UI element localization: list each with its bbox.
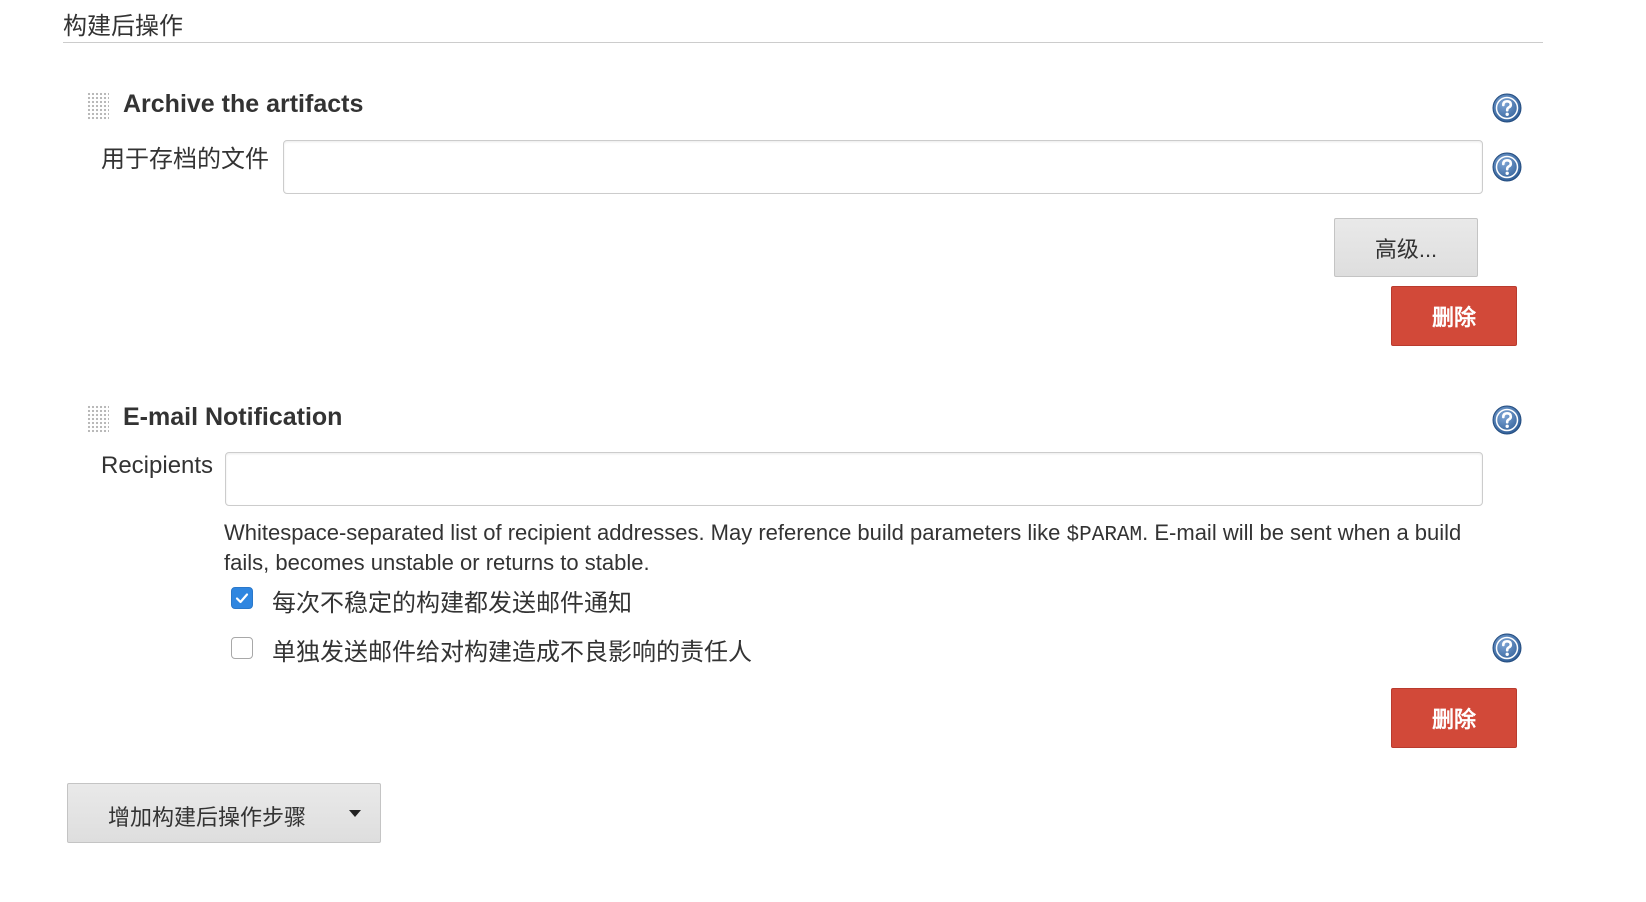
section-divider <box>63 42 1543 43</box>
help-icon[interactable] <box>1492 405 1522 435</box>
drag-handle-icon[interactable] <box>87 92 109 120</box>
files-to-archive-input[interactable] <box>283 140 1483 194</box>
email-step-title: E-mail Notification <box>123 403 343 431</box>
help-icon[interactable] <box>1492 152 1522 182</box>
section-title: 构建后操作 <box>63 13 183 40</box>
unstable-notify-checkbox[interactable] <box>231 587 253 609</box>
email-delete-button[interactable]: 删除 <box>1391 688 1517 748</box>
individual-notify-label[interactable]: 单独发送邮件给对构建造成不良影响的责任人 <box>272 632 752 667</box>
add-post-build-step-button[interactable]: 增加构建后操作步骤 <box>67 783 381 843</box>
individual-notify-checkbox[interactable] <box>231 637 253 659</box>
drag-handle-icon[interactable] <box>87 405 109 433</box>
description-text: Whitespace-separated list of recipient a… <box>224 520 1067 545</box>
help-icon[interactable] <box>1492 93 1522 123</box>
archive-delete-button[interactable]: 删除 <box>1391 286 1517 346</box>
advanced-button[interactable]: 高级... <box>1334 218 1478 277</box>
unstable-notify-label[interactable]: 每次不稳定的构建都发送邮件通知 <box>272 583 632 618</box>
recipients-description: Whitespace-separated list of recipient a… <box>224 519 1484 576</box>
recipients-input[interactable] <box>225 452 1483 506</box>
add-post-build-step-label: 增加构建后操作步骤 <box>108 805 307 830</box>
recipients-label: Recipients <box>101 452 214 479</box>
caret-down-icon <box>349 810 361 817</box>
checkmark-icon <box>235 593 249 604</box>
help-icon[interactable] <box>1492 633 1522 663</box>
archive-step-title: Archive the artifacts <box>123 90 364 118</box>
param-code: $PARAM <box>1066 524 1143 547</box>
files-to-archive-label: 用于存档的文件 <box>101 146 269 173</box>
